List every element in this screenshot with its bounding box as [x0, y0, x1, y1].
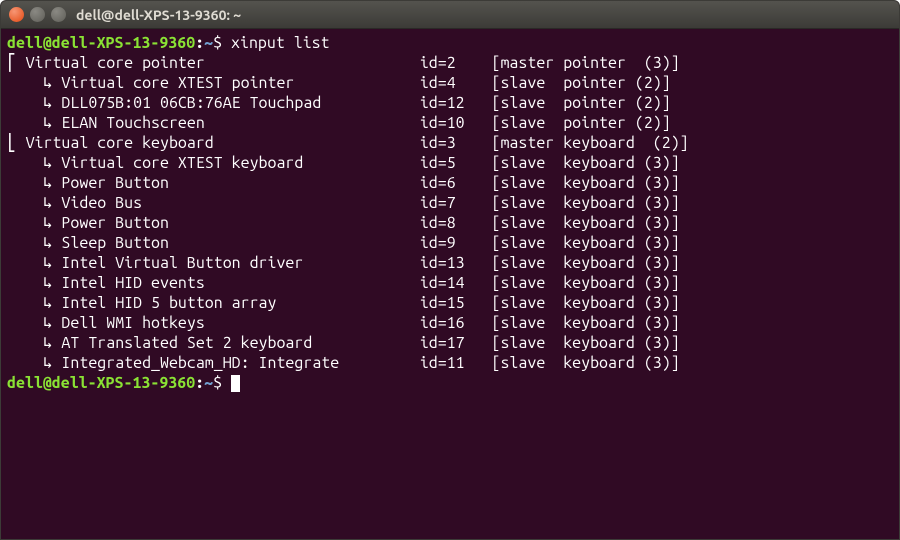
command-line: dell@dell-XPS-13-9360:~$ xinput list	[7, 33, 893, 53]
prompt-symbol: $	[213, 374, 222, 392]
device-child: ↳ DLL075B:01 06CB:76AE Touchpad id=12 [s…	[7, 93, 893, 113]
cursor-icon	[231, 375, 240, 392]
maximize-icon[interactable]	[51, 7, 66, 22]
window-buttons	[9, 7, 66, 22]
device-child: ↳ Intel HID events id=14 [slave keyboard…	[7, 273, 893, 293]
device-child: ↳ Intel Virtual Button driver id=13 [sla…	[7, 253, 893, 273]
device-child: ↳ Sleep Button id=9 [slave keyboard (3)]	[7, 233, 893, 253]
close-icon[interactable]	[9, 7, 24, 22]
device-child: ↳ Power Button id=8 [slave keyboard (3)]	[7, 213, 893, 233]
command-text: xinput list	[231, 34, 330, 52]
terminal-body[interactable]: dell@dell-XPS-13-9360:~$ xinput list⎡ Vi…	[1, 29, 899, 539]
device-child: ↳ Dell WMI hotkeys id=16 [slave keyboard…	[7, 313, 893, 333]
prompt-path: ~	[204, 34, 213, 52]
prompt-colon: :	[195, 374, 204, 392]
prompt-path: ~	[204, 374, 213, 392]
prompt-user: dell@dell-XPS-13-9360	[7, 374, 195, 392]
prompt-user: dell@dell-XPS-13-9360	[7, 34, 195, 52]
prompt-symbol: $	[213, 34, 222, 52]
device-child: ↳ Video Bus id=7 [slave keyboard (3)]	[7, 193, 893, 213]
prompt-colon: :	[195, 34, 204, 52]
device-child: ↳ Integrated_Webcam_HD: Integrate id=11 …	[7, 353, 893, 373]
device-child: ↳ ELAN Touchscreen id=10 [slave pointer …	[7, 113, 893, 133]
device-child: ↳ Power Button id=6 [slave keyboard (3)]	[7, 173, 893, 193]
minimize-icon[interactable]	[30, 7, 45, 22]
device-child: ↳ AT Translated Set 2 keyboard id=17 [sl…	[7, 333, 893, 353]
prompt-line[interactable]: dell@dell-XPS-13-9360:~$	[7, 373, 893, 393]
device-child: ↳ Virtual core XTEST pointer id=4 [slave…	[7, 73, 893, 93]
device-child: ↳ Intel HID 5 button array id=15 [slave …	[7, 293, 893, 313]
window-title: dell@dell-XPS-13-9360: ~	[76, 7, 241, 23]
titlebar[interactable]: dell@dell-XPS-13-9360: ~	[1, 1, 899, 29]
device-child: ↳ Virtual core XTEST keyboard id=5 [slav…	[7, 153, 893, 173]
device-master: ⎣ Virtual core keyboard id=3 [master key…	[7, 133, 893, 153]
device-master: ⎡ Virtual core pointer id=2 [master poin…	[7, 53, 893, 73]
terminal-window: dell@dell-XPS-13-9360: ~ dell@dell-XPS-1…	[0, 0, 900, 540]
